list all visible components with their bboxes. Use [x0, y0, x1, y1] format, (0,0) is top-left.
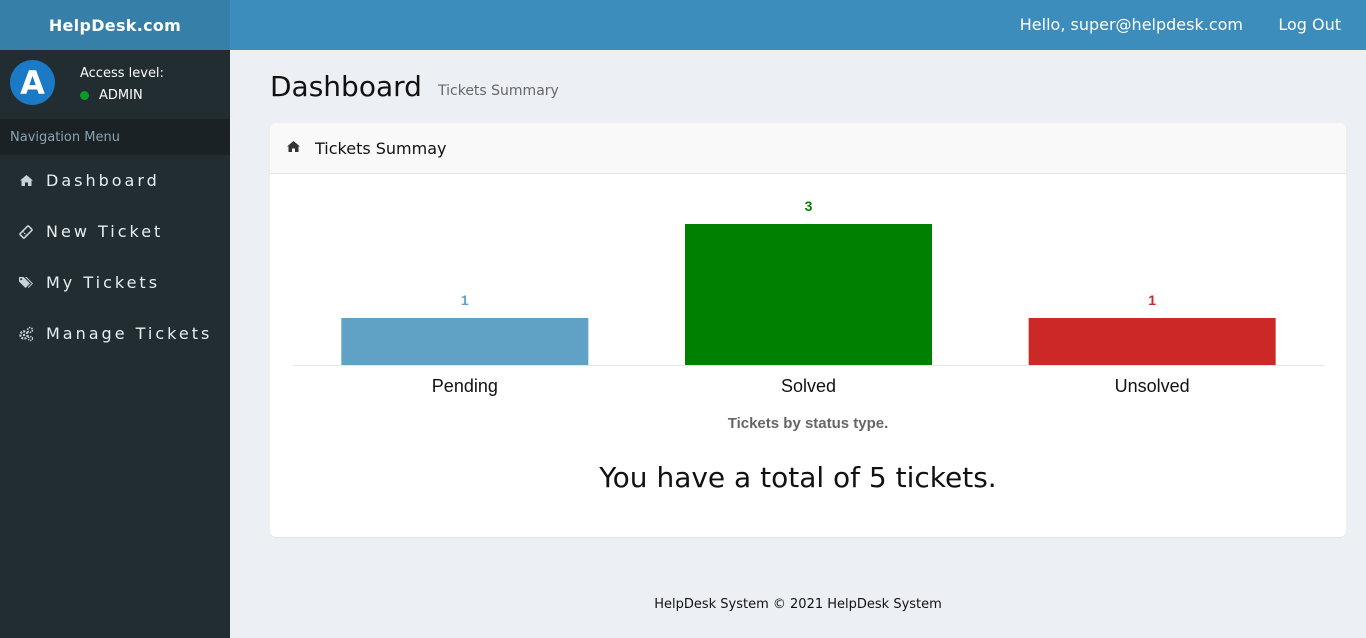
online-status-dot	[80, 91, 89, 100]
ticket-icon	[18, 224, 34, 240]
page-title: Dashboard	[270, 70, 422, 103]
total-tickets-text: You have a total of 5 tickets.	[599, 461, 997, 494]
sidebar-item-label: New Ticket	[46, 222, 164, 241]
bar-solved	[685, 224, 932, 365]
sidebar-item-label: My Tickets	[46, 273, 161, 292]
bar-value-label: 1	[461, 292, 469, 308]
tags-icon	[18, 275, 34, 291]
bar-pending	[341, 318, 589, 365]
bar-unsolved	[1028, 318, 1276, 365]
bar-value-label: 1	[1148, 292, 1156, 308]
top-navbar: Hello, super@helpdesk.com Log Out	[230, 0, 1366, 50]
avatar: A	[10, 60, 55, 105]
tickets-status-bar-chart: 1 Pending 3 Solved 1 Unsolved	[293, 198, 1324, 396]
footer: HelpDesk System © 2021 HelpDesk System	[654, 597, 942, 612]
access-level-label: Access level:	[80, 66, 164, 81]
sidebar-item-manage-tickets[interactable]: Manage Tickets	[0, 308, 230, 359]
chart-caption: Tickets by status type.	[727, 415, 889, 432]
sidebar-item-label: Manage Tickets	[46, 324, 213, 343]
sidebar-item-label: Dashboard	[46, 171, 160, 190]
sidebar-item-new-ticket[interactable]: New Ticket	[0, 206, 230, 257]
access-level-value: ADMIN	[99, 88, 143, 103]
page-subtitle: Tickets Summary	[438, 83, 559, 99]
access-level-status: ADMIN	[80, 88, 143, 103]
user-greeting[interactable]: Hello, super@helpdesk.com	[1020, 15, 1243, 34]
logout-link[interactable]: Log Out	[1278, 15, 1341, 34]
category-label: Pending	[432, 376, 498, 396]
cogs-icon	[18, 326, 34, 342]
tickets-summary-box: Tickets Summay 1 Pending 3 Solved 1 Unsolved …	[270, 123, 1346, 537]
sidebar-item-my-tickets[interactable]: My Tickets	[0, 257, 230, 308]
bar-value-label: 3	[805, 198, 813, 214]
nav-header: Navigation Menu	[0, 119, 230, 155]
brand-logo[interactable]: HelpDesk.com	[0, 0, 230, 50]
home-icon	[18, 173, 34, 189]
sidebar: HelpDesk.com A Access level: ADMIN Navig…	[0, 0, 230, 638]
box-header: Tickets Summay	[270, 123, 1346, 174]
category-label: Unsolved	[1115, 376, 1190, 396]
category-label: Solved	[781, 376, 836, 396]
sidebar-item-dashboard[interactable]: Dashboard	[0, 155, 230, 206]
home-icon	[287, 141, 301, 155]
box-title: Tickets Summay	[315, 138, 447, 158]
user-panel: A Access level: ADMIN	[0, 50, 230, 119]
